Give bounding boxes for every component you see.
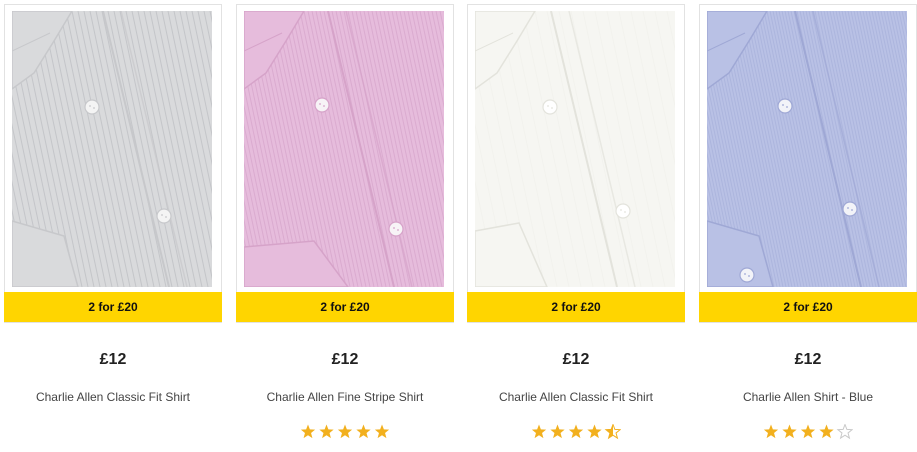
star-empty-icon: [836, 424, 853, 440]
star-rating: [467, 424, 685, 442]
promo-banner[interactable]: 2 for £20: [4, 292, 222, 322]
star-full-icon: [819, 424, 834, 439]
product-image-frame[interactable]: [699, 4, 917, 323]
promo-banner[interactable]: 2 for £20: [467, 292, 685, 322]
star-full-icon: [319, 424, 334, 439]
star-full-icon: [550, 424, 565, 439]
product-name[interactable]: Charlie Allen Classic Fit Shirt: [4, 390, 222, 404]
star-full-icon: [587, 424, 602, 439]
star-full-icon: [374, 424, 390, 439]
star-full-icon: [356, 424, 371, 439]
star-full-icon: [531, 424, 547, 439]
product-price: £12: [562, 351, 590, 368]
product-card[interactable]: 2 for £20 £12 Charlie Allen Classic Fit …: [467, 4, 685, 450]
product-price: £12: [99, 351, 127, 368]
star-full-icon: [300, 424, 316, 439]
product-image-frame[interactable]: [236, 4, 454, 323]
product-image-frame[interactable]: [467, 4, 685, 323]
star-full-icon: [782, 424, 797, 439]
product-image[interactable]: [475, 11, 675, 287]
star-rating: [236, 424, 454, 442]
product-image[interactable]: [12, 11, 212, 287]
product-image[interactable]: [707, 11, 907, 287]
product-image[interactable]: [244, 11, 444, 287]
promo-banner[interactable]: 2 for £20: [699, 292, 917, 322]
star-rating: [699, 424, 917, 442]
star-half-icon: [604, 424, 621, 440]
product-card[interactable]: 2 for £20 £12 Charlie Allen Classic Fit …: [4, 4, 222, 450]
product-name[interactable]: Charlie Allen Shirt - Blue: [699, 390, 917, 404]
star-full-icon: [763, 424, 779, 439]
promo-banner[interactable]: 2 for £20: [236, 292, 454, 322]
star-rating: [4, 424, 222, 442]
product-name[interactable]: Charlie Allen Fine Stripe Shirt: [236, 390, 454, 404]
product-price: £12: [331, 351, 359, 368]
product-price: £12: [794, 351, 822, 368]
star-full-icon: [568, 424, 584, 439]
product-card[interactable]: 2 for £20 £12 Charlie Allen Fine Stripe …: [236, 4, 454, 450]
star-full-icon: [800, 424, 816, 439]
product-card[interactable]: 2 for £20 £12 Charlie Allen Shirt - Blue: [699, 4, 917, 450]
product-name[interactable]: Charlie Allen Classic Fit Shirt: [467, 390, 685, 404]
star-full-icon: [337, 424, 353, 439]
product-image-frame[interactable]: [4, 4, 222, 323]
product-grid: 2 for £20 £12 Charlie Allen Classic Fit …: [0, 0, 917, 452]
